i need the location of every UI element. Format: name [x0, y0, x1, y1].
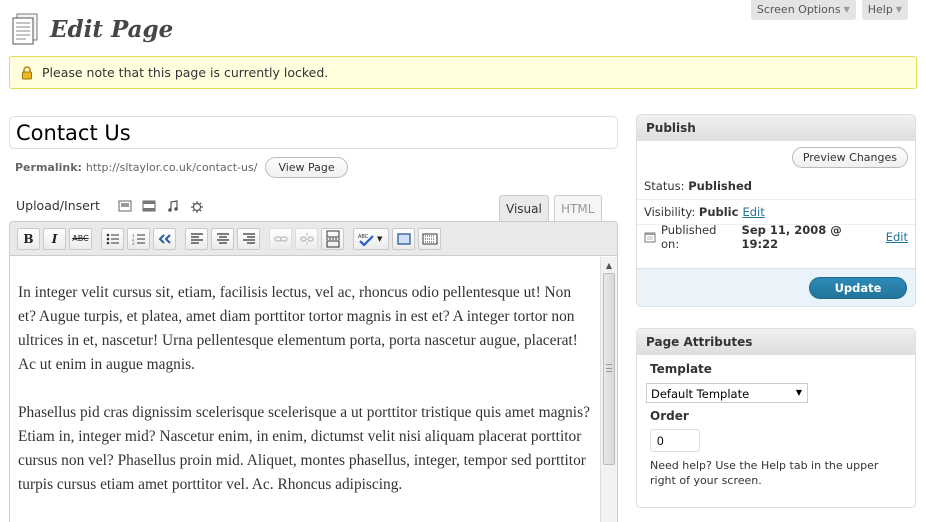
view-page-button[interactable]: View Page: [265, 157, 348, 178]
editor-content[interactable]: In integer velit cursus sit, etiam, faci…: [10, 257, 600, 522]
fullscreen-icon: [396, 232, 411, 245]
bold-label: B: [23, 231, 34, 246]
screen-options-label: Screen Options: [756, 3, 841, 16]
post-title-input[interactable]: [9, 116, 618, 149]
help-label: Help: [867, 3, 893, 16]
spellcheck-icon: ABC: [358, 234, 374, 246]
page-header: Edit Page: [10, 12, 173, 46]
spellcheck-button[interactable]: ABC ▼: [353, 227, 389, 250]
svg-text:3: 3: [132, 241, 135, 245]
help-text: Need help? Use the Help tab in the upper…: [650, 459, 879, 487]
permalink-label: Permalink:: [15, 161, 82, 174]
screen-meta-tabs: Screen Options ▼ Help ▼: [750, 0, 908, 20]
chevron-down-icon: ▼: [377, 234, 383, 243]
permalink-url[interactable]: http://sltaylor.co.uk/contact-us/: [86, 161, 258, 174]
edit-visibility-link[interactable]: Edit: [742, 205, 764, 219]
link-icon: [273, 235, 288, 242]
unlink-icon: [299, 232, 314, 245]
bullet-list-icon: [106, 233, 119, 244]
status-row: Status: Published: [637, 173, 915, 199]
visibility-row: Visibility: Public Edit: [637, 200, 915, 224]
add-video-icon[interactable]: [142, 200, 156, 212]
tab-visual[interactable]: Visual: [499, 195, 549, 221]
update-button[interactable]: Update: [809, 277, 907, 299]
italic-label: I: [51, 231, 58, 246]
align-left-button[interactable]: [185, 227, 208, 250]
align-right-button[interactable]: [237, 227, 260, 250]
content-paragraph: Phasellus pid cras dignissim scelerisque…: [18, 404, 590, 493]
align-center-icon: [216, 232, 229, 244]
published-on-row: Published on: Sep 11, 2008 @ 19:22 Edit: [637, 223, 915, 251]
pages-icon: [10, 12, 42, 46]
page-attributes-title[interactable]: Page Attributes: [637, 329, 915, 355]
template-label: Template: [650, 362, 712, 376]
bullet-list-button[interactable]: [101, 227, 124, 250]
align-center-button[interactable]: [211, 227, 234, 250]
add-audio-icon[interactable]: [166, 199, 180, 212]
calendar-icon: [644, 231, 656, 243]
svg-text:ABC: ABC: [358, 234, 369, 240]
upload-insert-label: Upload/Insert: [16, 198, 100, 213]
template-select[interactable]: Default Template ▼: [646, 383, 808, 403]
editor-toolbar: B I ABC 123 ABC ▼: [10, 222, 617, 256]
publish-actions: Update: [637, 268, 915, 306]
insert-link-button[interactable]: [269, 227, 292, 250]
more-tag-icon: [325, 230, 340, 247]
screen-options-tab[interactable]: Screen Options ▼: [750, 0, 856, 20]
tab-html[interactable]: HTML: [554, 195, 602, 221]
unlink-button[interactable]: [295, 227, 318, 250]
lock-icon: [20, 65, 34, 80]
numbered-list-icon: 123: [132, 233, 145, 245]
add-image-icon[interactable]: [118, 200, 132, 212]
kitchen-sink-icon: [422, 233, 437, 244]
bold-button[interactable]: B: [17, 227, 40, 250]
published-label: Published on:: [661, 223, 717, 251]
published-value: Sep 11, 2008 @ 19:22: [741, 223, 842, 251]
page-attributes-box: Page Attributes Template Default Templat…: [636, 328, 916, 508]
publish-box-title[interactable]: Publish: [637, 115, 915, 141]
status-label: Status:: [644, 179, 685, 193]
add-media-icon[interactable]: [190, 200, 204, 213]
status-value: Published: [688, 179, 752, 193]
insert-more-button[interactable]: [321, 227, 344, 250]
notice-text: Please note that this page is currently …: [42, 65, 329, 80]
chevron-down-icon: ▼: [895, 5, 902, 14]
permalink-row: Permalink: http://sltaylor.co.uk/contact…: [15, 157, 348, 178]
fullscreen-button[interactable]: [392, 227, 415, 250]
visibility-value: Public: [698, 205, 739, 219]
visibility-label: Visibility:: [644, 205, 696, 219]
align-right-icon: [242, 232, 255, 244]
page-title: Edit Page: [50, 15, 174, 43]
publish-box: Publish Preview Changes Status: Publishe…: [636, 114, 916, 307]
help-tab[interactable]: Help ▼: [861, 0, 908, 20]
edit-date-link[interactable]: Edit: [886, 230, 908, 244]
content-paragraph: In integer velit cursus sit, etiam, faci…: [18, 284, 578, 373]
chevron-down-icon: ▼: [795, 388, 802, 397]
scroll-up-icon[interactable]: ▲: [601, 257, 617, 273]
order-input[interactable]: [650, 429, 700, 452]
order-label: Order: [650, 409, 689, 423]
kitchen-sink-button[interactable]: [418, 227, 441, 250]
upload-insert-row: Upload/Insert: [16, 198, 204, 213]
preview-changes-button[interactable]: Preview Changes: [791, 147, 908, 168]
blockquote-icon: [158, 233, 171, 244]
content-editor: B I ABC 123 ABC ▼ In integer velit cursu…: [9, 221, 618, 522]
chevron-down-icon: ▼: [843, 5, 850, 14]
blockquote-button[interactable]: [153, 227, 176, 250]
preview-row: Preview Changes: [637, 141, 915, 173]
template-value: Default Template: [651, 387, 750, 401]
strike-label: ABC: [72, 234, 89, 243]
italic-button[interactable]: I: [43, 227, 66, 250]
scrollbar-thumb[interactable]: [603, 273, 615, 465]
align-left-icon: [190, 232, 203, 244]
numbered-list-button[interactable]: 123: [127, 227, 150, 250]
grip-icon: [606, 364, 612, 372]
locked-notice: Please note that this page is currently …: [9, 56, 917, 89]
editor-scrollbar[interactable]: ▲: [600, 257, 617, 522]
strikethrough-button[interactable]: ABC: [69, 227, 92, 250]
